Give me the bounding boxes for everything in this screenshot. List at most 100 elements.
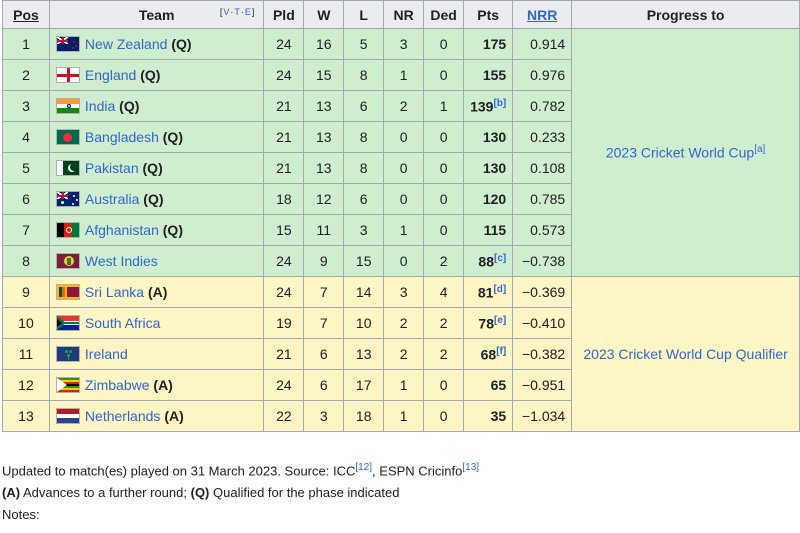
pts-cell: 115: [463, 214, 514, 246]
ded-cell: 0: [423, 214, 465, 246]
pld-cell: 21: [263, 90, 305, 122]
team-cell: Zimbabwe (A): [48, 369, 265, 401]
pts-value: 115: [483, 222, 507, 238]
team-link[interactable]: Bangladesh: [85, 129, 159, 145]
nrr-cell: 0.914: [512, 28, 573, 60]
nrr-cell: 0.108: [512, 152, 573, 184]
nr-cell: 1: [383, 59, 425, 91]
nr-cell: 3: [383, 28, 425, 60]
pts-note-link[interactable]: [c]: [494, 253, 506, 264]
ref-13-link[interactable]: [13]: [462, 462, 479, 473]
nrr-cell: −0.410: [512, 307, 573, 339]
w-cell: 13: [303, 90, 345, 122]
progress-world-cup-cell[interactable]: 2023 Cricket World Cup[a]: [571, 28, 800, 277]
progress-qualifier-label[interactable]: 2023 Cricket World Cup Qualifier: [583, 346, 787, 362]
pts-note-link[interactable]: [d]: [493, 284, 506, 295]
team-link[interactable]: New Zealand: [85, 36, 168, 52]
new-zealand-flag: [55, 36, 80, 52]
header-pts: Pts: [463, 0, 514, 29]
progress-note-link[interactable]: [a]: [754, 144, 765, 155]
team-link[interactable]: West Indies: [85, 253, 158, 269]
header-team: Team [V·T·E]: [48, 0, 265, 29]
nrr-cell: −0.369: [512, 276, 573, 308]
notes-label: Notes:: [2, 507, 40, 523]
team-link[interactable]: South Africa: [85, 315, 161, 331]
team-link[interactable]: England: [85, 67, 136, 83]
nrr-cell: −0.382: [512, 338, 573, 370]
header-progress: Progress to: [571, 0, 800, 29]
pts-value: 175: [482, 36, 507, 52]
updated-line: Updated to match(es) played on 31 March …: [2, 457, 479, 482]
team-cell: Pakistan (Q): [48, 152, 265, 184]
l-cell: 8: [343, 121, 385, 153]
pld-cell: 24: [263, 28, 305, 60]
team-link[interactable]: Netherlands: [85, 408, 161, 424]
header-pos-label[interactable]: Pos: [13, 7, 39, 23]
team-link[interactable]: Sri Lanka: [85, 284, 144, 300]
team-status-tag: (Q): [140, 67, 161, 83]
ded-cell: 2: [423, 338, 465, 370]
view-template-link[interactable]: V: [223, 7, 230, 17]
team-cell: New Zealand (Q): [48, 28, 265, 60]
pts-note-link[interactable]: [b]: [493, 98, 506, 109]
pts-cell: 139[b]: [463, 90, 514, 122]
pos-cell: 7: [2, 214, 50, 246]
nrr-cell: 0.233: [512, 121, 573, 153]
progress-qualifier-cell[interactable]: 2023 Cricket World Cup Qualifier: [571, 276, 800, 432]
ded-cell: 0: [423, 152, 465, 184]
india-flag: [55, 98, 80, 114]
pld-cell: 24: [263, 276, 305, 308]
nrr-cell: 0.785: [512, 183, 573, 215]
legend-a-text: Advances to a further round;: [20, 485, 191, 501]
pld-cell: 15: [263, 214, 305, 246]
pts-value: 78: [478, 315, 494, 332]
header-row: Pos Team [V·T·E] Pld W L NR Ded Pts NRR …: [2, 0, 800, 29]
pts-note-link[interactable]: [e]: [494, 315, 506, 326]
team-link[interactable]: Australia: [85, 191, 139, 207]
pts-cell: 88[c]: [463, 245, 514, 277]
pos-cell: 9: [2, 276, 50, 308]
nrr-link[interactable]: NRR: [527, 7, 557, 23]
nr-cell: 1: [383, 400, 425, 432]
team-cell: Afghanistan (Q): [48, 214, 265, 246]
team-status-tag: (Q): [162, 129, 183, 145]
pld-cell: 21: [263, 338, 305, 370]
pos-cell: 5: [2, 152, 50, 184]
nr-cell: 2: [383, 90, 425, 122]
netherlands-flag: [55, 408, 80, 424]
pts-cell: 175: [463, 28, 514, 60]
pts-cell: 65: [463, 369, 514, 401]
edit-template-link[interactable]: E: [245, 7, 252, 17]
pts-value: 81: [477, 284, 494, 301]
zimbabwe-flag: [55, 377, 80, 393]
pos-cell: 4: [2, 121, 50, 153]
l-cell: 14: [343, 276, 385, 308]
l-cell: 3: [343, 214, 385, 246]
pld-cell: 21: [263, 152, 305, 184]
header-team-label: Team: [138, 6, 175, 23]
team-link[interactable]: Zimbabwe: [85, 377, 150, 393]
header-nrr[interactable]: NRR: [512, 0, 573, 29]
nr-cell: 1: [383, 369, 425, 401]
header-ded: Ded: [423, 0, 465, 29]
l-cell: 18: [343, 400, 385, 432]
pts-note-link[interactable]: [f]: [496, 346, 506, 357]
pts-cell: 155: [463, 59, 514, 91]
sri-lanka-flag: [55, 284, 80, 300]
pts-cell: 120: [463, 183, 514, 215]
team-link[interactable]: Afghanistan: [85, 222, 159, 238]
vte-links: [V·T·E]: [219, 7, 256, 17]
ref-12-link[interactable]: [12]: [355, 462, 372, 473]
pts-value: 130: [482, 129, 507, 145]
talk-template-link[interactable]: T: [234, 7, 241, 17]
team-link[interactable]: India: [85, 98, 115, 114]
australia-flag: [55, 191, 80, 207]
team-link[interactable]: Pakistan: [85, 160, 139, 176]
progress-world-cup-label[interactable]: 2023 Cricket World Cup: [606, 145, 754, 161]
team-link[interactable]: Ireland: [85, 346, 128, 362]
team-status-tag: (Q): [119, 98, 140, 114]
header-pos[interactable]: Pos: [2, 0, 50, 29]
ded-cell: 2: [423, 307, 465, 339]
team-status-tag: (A): [147, 284, 168, 300]
header-l: L: [343, 0, 385, 29]
